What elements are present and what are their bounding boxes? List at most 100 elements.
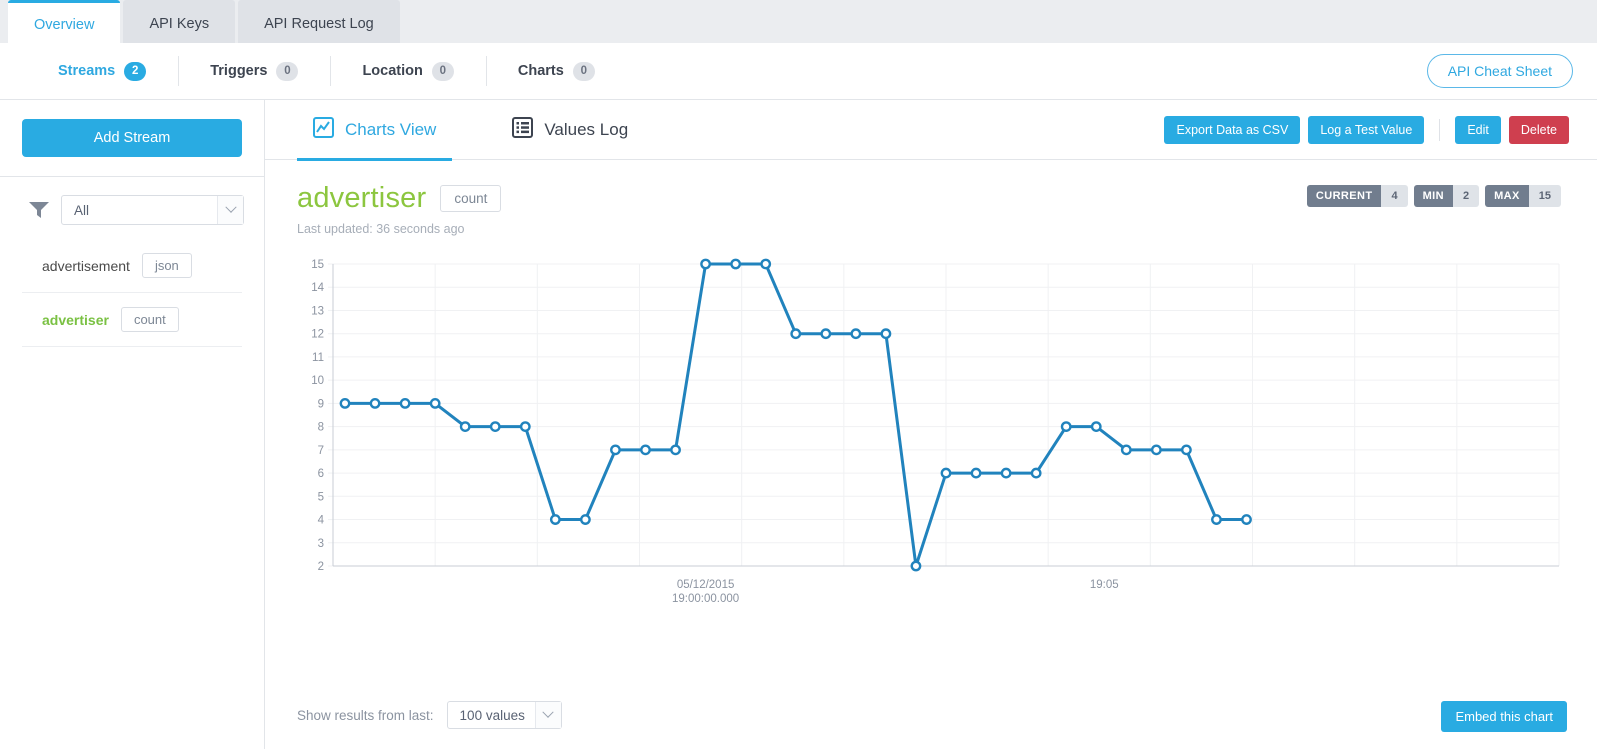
list-icon bbox=[512, 116, 534, 143]
chart-point bbox=[1090, 421, 1102, 433]
badge-current: CURRENT 4 bbox=[1306, 185, 1408, 207]
chart-point bbox=[1150, 444, 1162, 456]
top-tab-bar: Overview API Keys API Request Log bbox=[0, 0, 1597, 48]
chart-point bbox=[1060, 421, 1072, 433]
embed-chart-button[interactable]: Embed this chart bbox=[1441, 701, 1567, 732]
tab-overview-label: Overview bbox=[34, 17, 95, 33]
chart-point bbox=[1120, 444, 1132, 456]
chart-point bbox=[1241, 514, 1252, 525]
chart-point bbox=[459, 421, 471, 433]
range-select-value: 100 values bbox=[459, 707, 525, 723]
show-results-label: Show results from last: bbox=[297, 707, 434, 723]
y-axis-tick: 7 bbox=[318, 445, 324, 457]
y-axis-tick: 11 bbox=[312, 352, 324, 364]
tab-api-request-log[interactable]: API Request Log bbox=[238, 0, 400, 48]
stats-bar: Streams 2 Triggers 0 Location 0 Charts 0… bbox=[0, 43, 1597, 100]
add-stream-button[interactable]: Add Stream bbox=[22, 119, 242, 157]
chart-point bbox=[850, 328, 862, 340]
content-area: Charts View Values Log Export Data as CS… bbox=[265, 100, 1597, 749]
stat-location-label: Location bbox=[362, 63, 423, 79]
chart-point bbox=[730, 258, 742, 270]
chart-area-icon bbox=[313, 116, 334, 143]
chart-point bbox=[910, 560, 922, 572]
export-csv-button[interactable]: Export Data as CSV bbox=[1164, 115, 1301, 144]
x-axis-tick: 05/12/2015 bbox=[677, 579, 735, 591]
chart-point bbox=[790, 328, 802, 340]
y-axis-tick: 10 bbox=[311, 375, 324, 387]
x-axis-tick: 19:05 bbox=[1090, 579, 1119, 591]
tab-charts-view-label: Charts View bbox=[345, 119, 437, 139]
tab-overview[interactable]: Overview bbox=[8, 0, 121, 48]
chart-line bbox=[343, 262, 1248, 568]
chart-type-tag: count bbox=[440, 185, 502, 212]
y-axis-tick: 13 bbox=[311, 305, 324, 317]
stream-item-advertisement[interactable]: advertisement json bbox=[22, 239, 242, 293]
tab-values-log[interactable]: Values Log bbox=[496, 100, 644, 160]
tab-api-keys[interactable]: API Keys bbox=[123, 0, 236, 48]
api-cheat-sheet-button[interactable]: API Cheat Sheet bbox=[1426, 54, 1573, 88]
stream-name: advertisement bbox=[42, 257, 130, 274]
chevron-down-icon bbox=[217, 196, 243, 224]
stat-location-count: 0 bbox=[431, 61, 454, 81]
chart-point bbox=[670, 444, 681, 456]
tab-api-keys-label: API Keys bbox=[149, 16, 210, 32]
y-axis-tick: 12 bbox=[311, 329, 324, 341]
y-axis-tick: 8 bbox=[318, 422, 324, 434]
view-tab-bar: Charts View Values Log Export Data as CS… bbox=[265, 100, 1597, 161]
chart-actions: Export Data as CSV Log a Test Value Edit… bbox=[1164, 115, 1569, 144]
badge-current-value: 4 bbox=[1381, 185, 1408, 207]
badge-max-label: MAX bbox=[1485, 185, 1529, 207]
badge-current-label: CURRENT bbox=[1306, 185, 1382, 207]
stream-item-advertiser[interactable]: advertiser count bbox=[22, 293, 242, 347]
stat-triggers-label: Triggers bbox=[210, 63, 268, 79]
log-test-value-button[interactable]: Log a Test Value bbox=[1308, 115, 1425, 144]
tab-charts-view[interactable]: Charts View bbox=[297, 100, 453, 161]
chart-point bbox=[549, 514, 561, 525]
stat-streams-count: 2 bbox=[124, 61, 147, 81]
page-body: Streams 2 Triggers 0 Location 0 Charts 0… bbox=[0, 43, 1597, 750]
y-axis-tick: 5 bbox=[318, 491, 324, 503]
line-chart: 15 14 13 12 11 10 9 8 7 6 5 4 3 2 05/12/2015 19:00:00.0… bbox=[311, 258, 1560, 604]
chart-plot-area: 15 14 13 12 11 10 9 8 7 6 5 4 3 2 05/12/2015 19:00:00.0… bbox=[265, 236, 1597, 604]
stream-type-tag: count bbox=[120, 307, 179, 332]
stat-streams-label: Streams bbox=[58, 63, 116, 79]
chart-point bbox=[519, 421, 531, 433]
tab-api-request-log-label: API Request Log bbox=[264, 16, 374, 32]
stat-streams[interactable]: Streams 2 bbox=[24, 61, 178, 81]
chart-point bbox=[1030, 467, 1042, 479]
chart-point bbox=[880, 328, 892, 340]
tab-values-log-label: Values Log bbox=[544, 119, 629, 139]
badge-min-value: 2 bbox=[1452, 185, 1480, 207]
chart-point bbox=[399, 397, 411, 409]
stat-charts-count: 0 bbox=[572, 61, 595, 81]
stat-triggers[interactable]: Triggers 0 bbox=[178, 55, 330, 86]
range-select[interactable]: 100 values bbox=[446, 701, 562, 729]
sidebar-top: Add Stream bbox=[0, 100, 264, 177]
chevron-down-icon bbox=[534, 702, 561, 728]
delete-button[interactable]: Delete bbox=[1508, 115, 1569, 144]
y-axis-tick: 14 bbox=[311, 282, 324, 294]
chart-point bbox=[1000, 467, 1012, 479]
stat-triggers-count: 0 bbox=[276, 61, 299, 81]
app-root: Overview API Keys API Request Log Stream… bbox=[0, 0, 1597, 750]
chart-point bbox=[429, 397, 441, 409]
x-axis-tick: 19:00:00.000 bbox=[672, 593, 739, 604]
chart-point bbox=[940, 467, 952, 479]
edit-button[interactable]: Edit bbox=[1455, 115, 1501, 144]
last-updated-text: Last updated: 36 seconds ago bbox=[297, 222, 465, 236]
chart-point bbox=[369, 397, 381, 409]
page-title: advertiser bbox=[297, 182, 427, 214]
chart-header: advertiser count Last updated: 36 second… bbox=[265, 160, 1597, 236]
chart-point bbox=[970, 467, 982, 479]
stat-location[interactable]: Location 0 bbox=[330, 55, 485, 86]
sidebar-filter: All bbox=[0, 177, 264, 239]
chart-point bbox=[760, 258, 772, 270]
chart-point bbox=[579, 514, 591, 525]
stream-list: advertisement json advertiser count bbox=[0, 239, 264, 347]
stream-filter-select[interactable]: All bbox=[61, 195, 244, 225]
y-axis-tick: 3 bbox=[318, 538, 324, 550]
y-axis-tick: 6 bbox=[318, 468, 324, 480]
stat-charts[interactable]: Charts 0 bbox=[485, 55, 627, 86]
y-axis-tick: 9 bbox=[318, 398, 324, 410]
chart-stat-badges: CURRENT 4 MIN 2 MAX 15 bbox=[1306, 185, 1561, 207]
